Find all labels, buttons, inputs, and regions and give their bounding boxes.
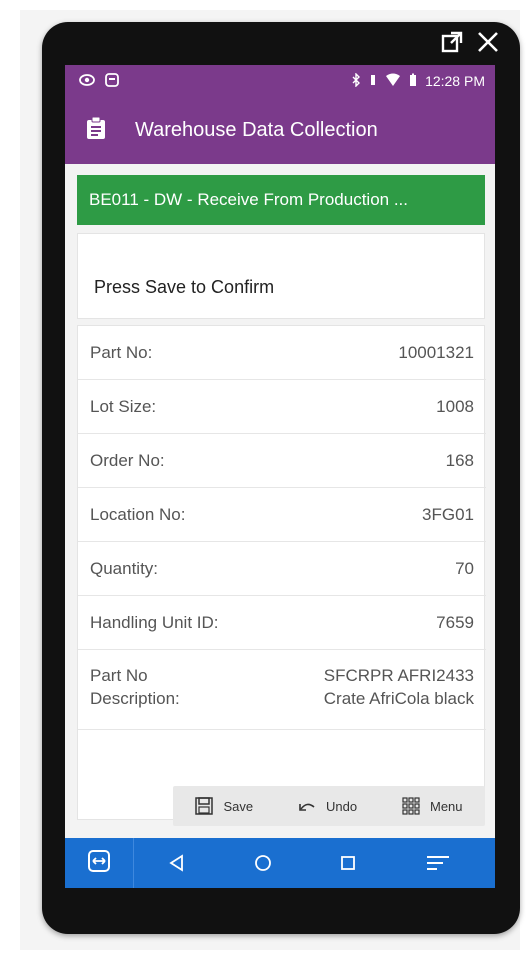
menu-button[interactable]: Menu [396,786,469,826]
detail-label: Handling Unit ID: [90,613,219,632]
detail-label: Lot Size: [90,397,157,416]
detail-label: Order No: [90,451,165,470]
app-bar: Warehouse Data Collection [65,97,495,164]
close-icon[interactable] [476,30,500,54]
detail-value: SFCRPR AFRI2433 Crate AfriCola black [274,664,474,710]
save-icon [195,797,214,815]
bluetooth-icon [351,71,361,90]
detail-label: Part No Description: [90,664,210,710]
detail-row-quantity: Quantity: 70 [78,542,486,596]
description-value-line1: SFCRPR AFRI2433 [323,666,474,685]
device-controls [440,30,500,54]
vibrate-icon [369,73,377,90]
detail-row-description: Part No Description: SFCRPR AFRI2433 Cra… [78,650,486,730]
description-value-line2: Crate AfriCola black [323,689,474,708]
detail-value: 1008 [436,397,474,416]
eye-icon [79,73,95,89]
status-time: 12:28 PM [425,73,485,89]
recents-icon[interactable] [339,854,357,872]
detail-value: 3FG01 [422,505,474,524]
detail-row-lot-size: Lot Size: 1008 [78,380,486,434]
detail-label: Location No: [90,505,186,524]
grid-menu-icon [402,797,420,815]
undo-button[interactable]: Undo [292,786,363,826]
detail-value: 10001321 [398,343,474,362]
app-screen: 12:28 PM Warehouse Data Collection BE011… [65,65,495,888]
action-toolbar: Save Undo Menu [173,786,485,826]
swap-icon [88,849,110,877]
detail-row-location-no: Location No: 3FG01 [78,488,486,542]
details-card: Part No: 10001321 Lot Size: 1008 Order N… [77,325,486,820]
undo-icon [298,800,316,812]
external-link-icon[interactable] [440,30,464,54]
detail-row-order-no: Order No: 168 [78,434,486,488]
undo-label: Undo [326,798,358,814]
notification-icon [105,72,119,90]
save-button[interactable]: Save [189,786,259,826]
clipboard-icon[interactable] [85,116,107,145]
status-bar: 12:28 PM [65,65,495,97]
notification-drawer-icon[interactable] [425,854,451,872]
confirm-message: Press Save to Confirm [94,277,275,297]
detail-label: Part No: [90,343,153,362]
detail-label: Quantity: [90,559,159,578]
app-switch-button[interactable] [65,838,134,888]
task-title-banner[interactable]: BE011 - DW - Receive From Production ... [77,175,485,225]
detail-row-part-no: Part No: 10001321 [78,326,486,380]
detail-row-handling-unit: Handling Unit ID: 7659 [78,596,486,650]
detail-value: 7659 [436,613,474,632]
wifi-icon [385,73,401,90]
app-title: Warehouse Data Collection [135,119,378,141]
home-icon[interactable] [254,854,272,872]
detail-value: 168 [445,451,474,470]
description-label-line1: Part No [90,666,148,685]
message-card: Press Save to Confirm [77,233,485,319]
detail-value: 70 [455,559,474,578]
android-nav-bar [65,838,495,888]
menu-label: Menu [429,798,463,814]
save-label: Save [223,798,254,814]
description-label-line2: Description: [90,689,180,708]
back-icon[interactable] [168,854,186,872]
battery-icon [409,73,417,90]
